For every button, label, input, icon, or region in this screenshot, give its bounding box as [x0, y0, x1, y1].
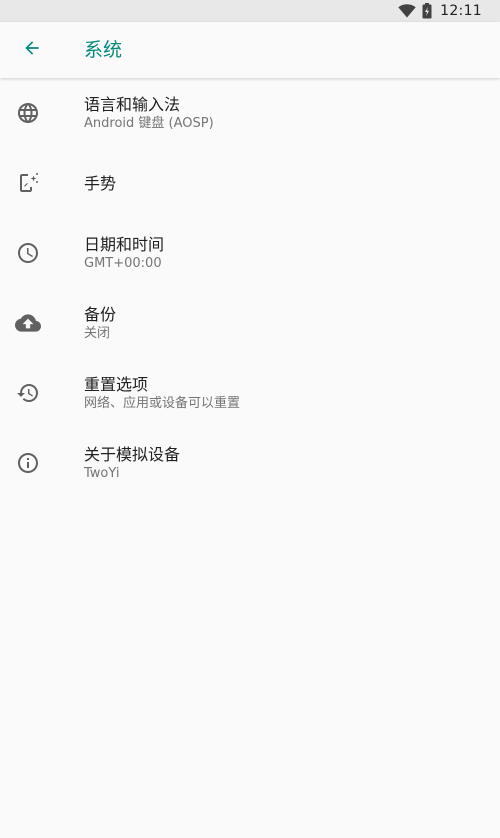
setting-reset-options[interactable]: 重置选项 网络、应用或设备可以重置: [0, 358, 500, 428]
setting-texts: 手势: [84, 148, 116, 218]
cloud-upload-icon: [14, 309, 42, 337]
setting-title: 关于模拟设备: [84, 444, 181, 464]
setting-texts: 语言和输入法 Android 键盘 (AOSP): [84, 78, 214, 148]
setting-summary: TwoYi: [84, 465, 120, 481]
app-bar: 系统: [0, 22, 500, 78]
settings-list: 语言和输入法 Android 键盘 (AOSP) 手势 日期和时间 GMT+00…: [0, 78, 500, 498]
globe-icon: [14, 99, 42, 127]
setting-date-time[interactable]: 日期和时间 GMT+00:00: [0, 218, 500, 288]
setting-texts: 重置选项 网络、应用或设备可以重置: [84, 358, 240, 428]
setting-title: 重置选项: [84, 374, 149, 394]
setting-title: 语言和输入法: [84, 94, 181, 114]
status-icons: 12:11: [398, 0, 482, 22]
back-button[interactable]: [16, 34, 48, 66]
status-time: 12:11: [440, 3, 482, 19]
setting-texts: 日期和时间 GMT+00:00: [84, 218, 164, 288]
gesture-phone-icon: [14, 169, 42, 197]
info-icon: [14, 449, 42, 477]
wifi-icon: [398, 4, 416, 18]
setting-texts: 关于模拟设备 TwoYi: [84, 428, 180, 498]
setting-about-device[interactable]: 关于模拟设备 TwoYi: [0, 428, 500, 498]
setting-title: 备份: [84, 304, 117, 324]
setting-summary: 关闭: [84, 325, 111, 341]
battery-icon: [422, 3, 432, 19]
arrow-back-icon: [22, 38, 42, 62]
setting-backup[interactable]: 备份 关闭: [0, 288, 500, 358]
setting-texts: 备份 关闭: [84, 288, 116, 358]
setting-summary: GMT+00:00: [84, 255, 162, 271]
setting-title: 手势: [84, 173, 117, 193]
setting-title: 日期和时间: [84, 234, 165, 254]
history-icon: [14, 379, 42, 407]
setting-languages-input[interactable]: 语言和输入法 Android 键盘 (AOSP): [0, 78, 500, 148]
setting-summary: 网络、应用或设备可以重置: [84, 395, 241, 411]
setting-summary: Android 键盘 (AOSP): [84, 115, 214, 131]
clock-icon: [14, 239, 42, 267]
page-title: 系统: [84, 39, 123, 61]
setting-gestures[interactable]: 手势: [0, 148, 500, 218]
status-bar: 12:11: [0, 0, 500, 22]
